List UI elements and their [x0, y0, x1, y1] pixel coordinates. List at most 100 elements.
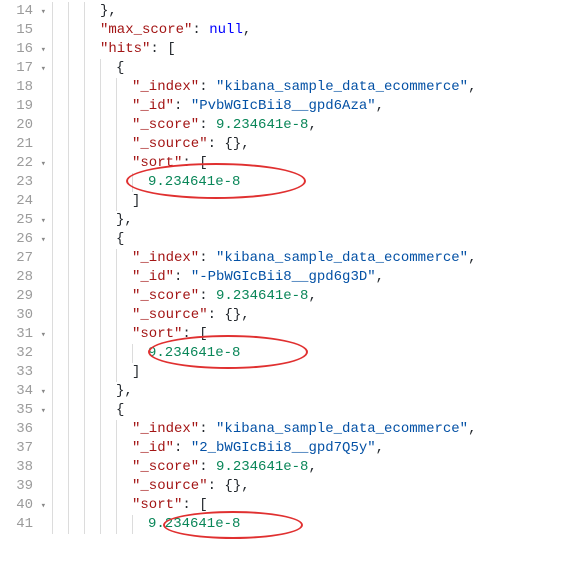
gutter-line[interactable]: 37: [0, 439, 48, 458]
line-number: 37: [16, 439, 35, 458]
code-line[interactable]: {: [52, 230, 562, 249]
fold-toggle-icon[interactable]: ▾: [36, 330, 46, 340]
fold-toggle-icon: [36, 292, 46, 302]
gutter-line[interactable]: 26▾: [0, 230, 48, 249]
line-number: 34: [16, 382, 35, 401]
gutter-line[interactable]: 21: [0, 135, 48, 154]
line-number: 17: [16, 59, 35, 78]
code-line[interactable]: "hits": [: [52, 40, 562, 59]
fold-toggle-icon: [36, 102, 46, 112]
code-line[interactable]: "sort": [: [52, 496, 562, 515]
code-line[interactable]: "_id": "2_bWGIcBii8__gpd7Q5y",: [52, 439, 562, 458]
fold-toggle-icon: [36, 463, 46, 473]
gutter-line[interactable]: 23: [0, 173, 48, 192]
code-line[interactable]: 9.234641e-8: [52, 344, 562, 363]
gutter-line[interactable]: 32: [0, 344, 48, 363]
gutter-line[interactable]: 40▾: [0, 496, 48, 515]
fold-toggle-icon: [36, 254, 46, 264]
sort-value: 9.234641e-8: [148, 516, 240, 532]
line-number: 33: [16, 363, 35, 382]
line-number: 39: [16, 477, 35, 496]
code-line[interactable]: },: [52, 382, 562, 401]
code-line[interactable]: "_index": "kibana_sample_data_ecommerce"…: [52, 249, 562, 268]
gutter-line[interactable]: 17▾: [0, 59, 48, 78]
gutter-line[interactable]: 27: [0, 249, 48, 268]
fold-toggle-icon: [36, 349, 46, 359]
line-number: 28: [16, 268, 35, 287]
code-line[interactable]: {: [52, 59, 562, 78]
gutter-line[interactable]: 14▾: [0, 2, 48, 21]
code-line[interactable]: "_index": "kibana_sample_data_ecommerce"…: [52, 78, 562, 97]
code-line[interactable]: "_score": 9.234641e-8,: [52, 458, 562, 477]
code-line[interactable]: "sort": [: [52, 325, 562, 344]
code-line[interactable]: "_source": {},: [52, 477, 562, 496]
gutter-line[interactable]: 35▾: [0, 401, 48, 420]
gutter-line[interactable]: 41: [0, 515, 48, 534]
gutter-line[interactable]: 36: [0, 420, 48, 439]
sort-value: 9.234641e-8: [148, 174, 240, 190]
fold-toggle-icon: [36, 83, 46, 93]
code-line[interactable]: },: [52, 2, 562, 21]
code-line[interactable]: "sort": [: [52, 154, 562, 173]
line-number: 25: [16, 211, 35, 230]
line-number: 21: [16, 135, 35, 154]
gutter-line[interactable]: 16▾: [0, 40, 48, 59]
fold-toggle-icon: [36, 121, 46, 131]
line-number: 23: [16, 173, 35, 192]
gutter-line[interactable]: 31▾: [0, 325, 48, 344]
gutter-line[interactable]: 34▾: [0, 382, 48, 401]
line-number: 30: [16, 306, 35, 325]
code-line[interactable]: {: [52, 401, 562, 420]
fold-toggle-icon[interactable]: ▾: [36, 501, 46, 511]
code-line[interactable]: ]: [52, 363, 562, 382]
fold-toggle-icon: [36, 520, 46, 530]
line-number: 26: [16, 230, 35, 249]
fold-toggle-icon[interactable]: ▾: [36, 45, 46, 55]
code-line[interactable]: "_id": "PvbWGIcBii8__gpd6Aza",: [52, 97, 562, 116]
gutter-line[interactable]: 29: [0, 287, 48, 306]
line-number: 24: [16, 192, 35, 211]
fold-toggle-icon[interactable]: ▾: [36, 235, 46, 245]
fold-toggle-icon[interactable]: ▾: [36, 64, 46, 74]
line-number: 29: [16, 287, 35, 306]
fold-toggle-icon: [36, 425, 46, 435]
gutter-line[interactable]: 28: [0, 268, 48, 287]
line-number: 18: [16, 78, 35, 97]
code-line[interactable]: },: [52, 211, 562, 230]
code-line[interactable]: "_source": {},: [52, 306, 562, 325]
gutter-line[interactable]: 20: [0, 116, 48, 135]
fold-toggle-icon[interactable]: ▾: [36, 7, 46, 17]
line-number: 38: [16, 458, 35, 477]
code-editor-content[interactable]: }, "max_score": null, "hits": [ { "_inde…: [48, 0, 562, 578]
sort-value: 9.234641e-8: [148, 345, 240, 361]
code-line[interactable]: "_score": 9.234641e-8,: [52, 116, 562, 135]
gutter-line[interactable]: 33: [0, 363, 48, 382]
gutter-line[interactable]: 18: [0, 78, 48, 97]
gutter-line[interactable]: 24: [0, 192, 48, 211]
fold-toggle-icon: [36, 482, 46, 492]
fold-toggle-icon: [36, 26, 46, 36]
fold-toggle-icon[interactable]: ▾: [36, 387, 46, 397]
line-number: 41: [16, 515, 35, 534]
fold-toggle-icon[interactable]: ▾: [36, 406, 46, 416]
gutter-line[interactable]: 25▾: [0, 211, 48, 230]
line-number: 19: [16, 97, 35, 116]
code-line[interactable]: "_score": 9.234641e-8,: [52, 287, 562, 306]
code-line[interactable]: "_id": "-PbWGIcBii8__gpd6g3D",: [52, 268, 562, 287]
code-line[interactable]: "_index": "kibana_sample_data_ecommerce"…: [52, 420, 562, 439]
gutter-line[interactable]: 15: [0, 21, 48, 40]
fold-toggle-icon[interactable]: ▾: [36, 159, 46, 169]
code-line[interactable]: 9.234641e-8: [52, 173, 562, 192]
code-line[interactable]: "_source": {},: [52, 135, 562, 154]
line-number: 22: [16, 154, 35, 173]
gutter-line[interactable]: 22▾: [0, 154, 48, 173]
line-number: 35: [16, 401, 35, 420]
gutter-line[interactable]: 30: [0, 306, 48, 325]
fold-toggle-icon[interactable]: ▾: [36, 216, 46, 226]
code-line[interactable]: 9.234641e-8: [52, 515, 562, 534]
gutter-line[interactable]: 19: [0, 97, 48, 116]
code-line[interactable]: ]: [52, 192, 562, 211]
gutter-line[interactable]: 39: [0, 477, 48, 496]
gutter-line[interactable]: 38: [0, 458, 48, 477]
code-line[interactable]: "max_score": null,: [52, 21, 562, 40]
